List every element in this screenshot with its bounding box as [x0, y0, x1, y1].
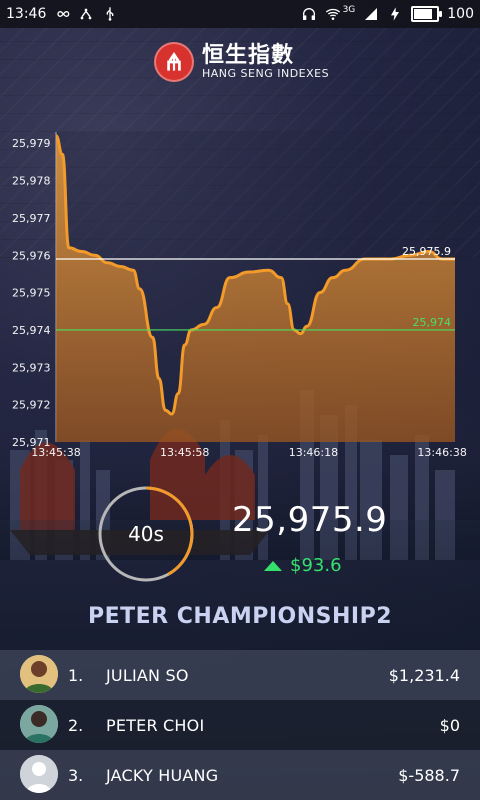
leaderboard-row[interactable]: 3. JACKY HUANG $-588.7: [0, 750, 480, 800]
y-tick-label: 25,973: [12, 361, 51, 374]
status-right: 3G 100: [301, 5, 480, 22]
brand-en: HANG SENG INDEXES: [202, 67, 330, 81]
leaderboard-row[interactable]: 2. PETER CHOI $0: [0, 700, 480, 750]
y-tick-label: 25,979: [12, 137, 51, 150]
battery-percent: 100: [447, 6, 474, 22]
avatar-icon[interactable]: [20, 705, 58, 743]
index-chart-svg: 25,979 25,978 25,977 25,976 25,975 25,974 25,9…: [12, 132, 467, 459]
battery-icon: [411, 6, 443, 22]
leaderboard: 1. JULIAN SO $1,231.4 2. PETER CHOI $0 3…: [0, 650, 480, 800]
avatar-icon[interactable]: [20, 755, 58, 793]
avatar-photo: [20, 705, 58, 743]
y-tick-label: 25,977: [12, 212, 51, 225]
battery-fill: [414, 9, 433, 19]
index-value: 25,975.9: [232, 500, 388, 540]
y-tick-label: 25,974: [12, 324, 51, 337]
player-name[interactable]: JULIAN SO: [106, 666, 189, 685]
status-left: 13:46: [0, 6, 118, 22]
leaderboard-title: PETER CHAMPIONSHIP2: [87, 604, 393, 629]
rank: 2.: [68, 716, 84, 735]
status-bar: 13:46 3G 100: [0, 0, 480, 28]
index-change: $93.6: [264, 555, 342, 576]
headphones-icon: [302, 8, 315, 20]
x-tick-label: 13:46:18: [289, 446, 338, 459]
y-tick-label: 25,972: [12, 399, 51, 412]
brand-cn: 恒生指數: [202, 42, 295, 68]
change-value: $93.6: [290, 555, 342, 576]
rank: 3.: [68, 766, 84, 785]
up-arrow-icon: [264, 560, 282, 571]
status-time: 13:46: [6, 6, 47, 22]
charging-icon: [391, 7, 400, 21]
y-tick-label: 25,978: [12, 175, 51, 188]
logo-mark-icon: [167, 51, 181, 71]
countdown-timer: 40s: [96, 484, 196, 584]
hang-seng-logo-icon: [154, 42, 194, 82]
index-chart: 25,979 25,978 25,977 25,976 25,975 25,974 25,9…: [0, 110, 480, 470]
brand-text: 恒生指數 HANG SENG INDEXES: [202, 42, 330, 81]
x-tick-label: 13:46:38: [417, 446, 466, 459]
usb-icon: [107, 7, 114, 21]
leaderboard-row[interactable]: 1. JULIAN SO $1,231.4: [0, 650, 480, 700]
reference-line-label: 25,975.9: [402, 245, 451, 258]
player-amount: $-588.7: [398, 766, 460, 785]
share-icon: [81, 8, 92, 20]
y-tick-label: 25,976: [12, 249, 51, 262]
player-name[interactable]: JACKY HUANG: [106, 766, 218, 785]
player-amount: $1,231.4: [388, 666, 460, 685]
rank: 1.: [68, 666, 84, 685]
default-avatar: [20, 755, 58, 793]
avatar-photo: [20, 655, 58, 693]
brand-logo: 恒生指數 HANG SENG INDEXES: [154, 42, 329, 82]
x-tick-label: 13:45:38: [31, 446, 80, 459]
avatar-icon[interactable]: [20, 655, 58, 693]
timer-text: 40s: [128, 522, 164, 546]
y-tick-label: 25,975: [12, 287, 51, 300]
wifi-icon: [325, 8, 340, 20]
infinity-icon: [57, 10, 70, 18]
reference-line-label: 25,974: [413, 316, 452, 329]
player-amount: $0: [439, 716, 460, 735]
player-name[interactable]: PETER CHOI: [106, 716, 204, 735]
x-tick-label: 13:45:58: [160, 446, 209, 459]
signal-icon: [365, 8, 378, 20]
network-type: 3G: [342, 5, 356, 15]
